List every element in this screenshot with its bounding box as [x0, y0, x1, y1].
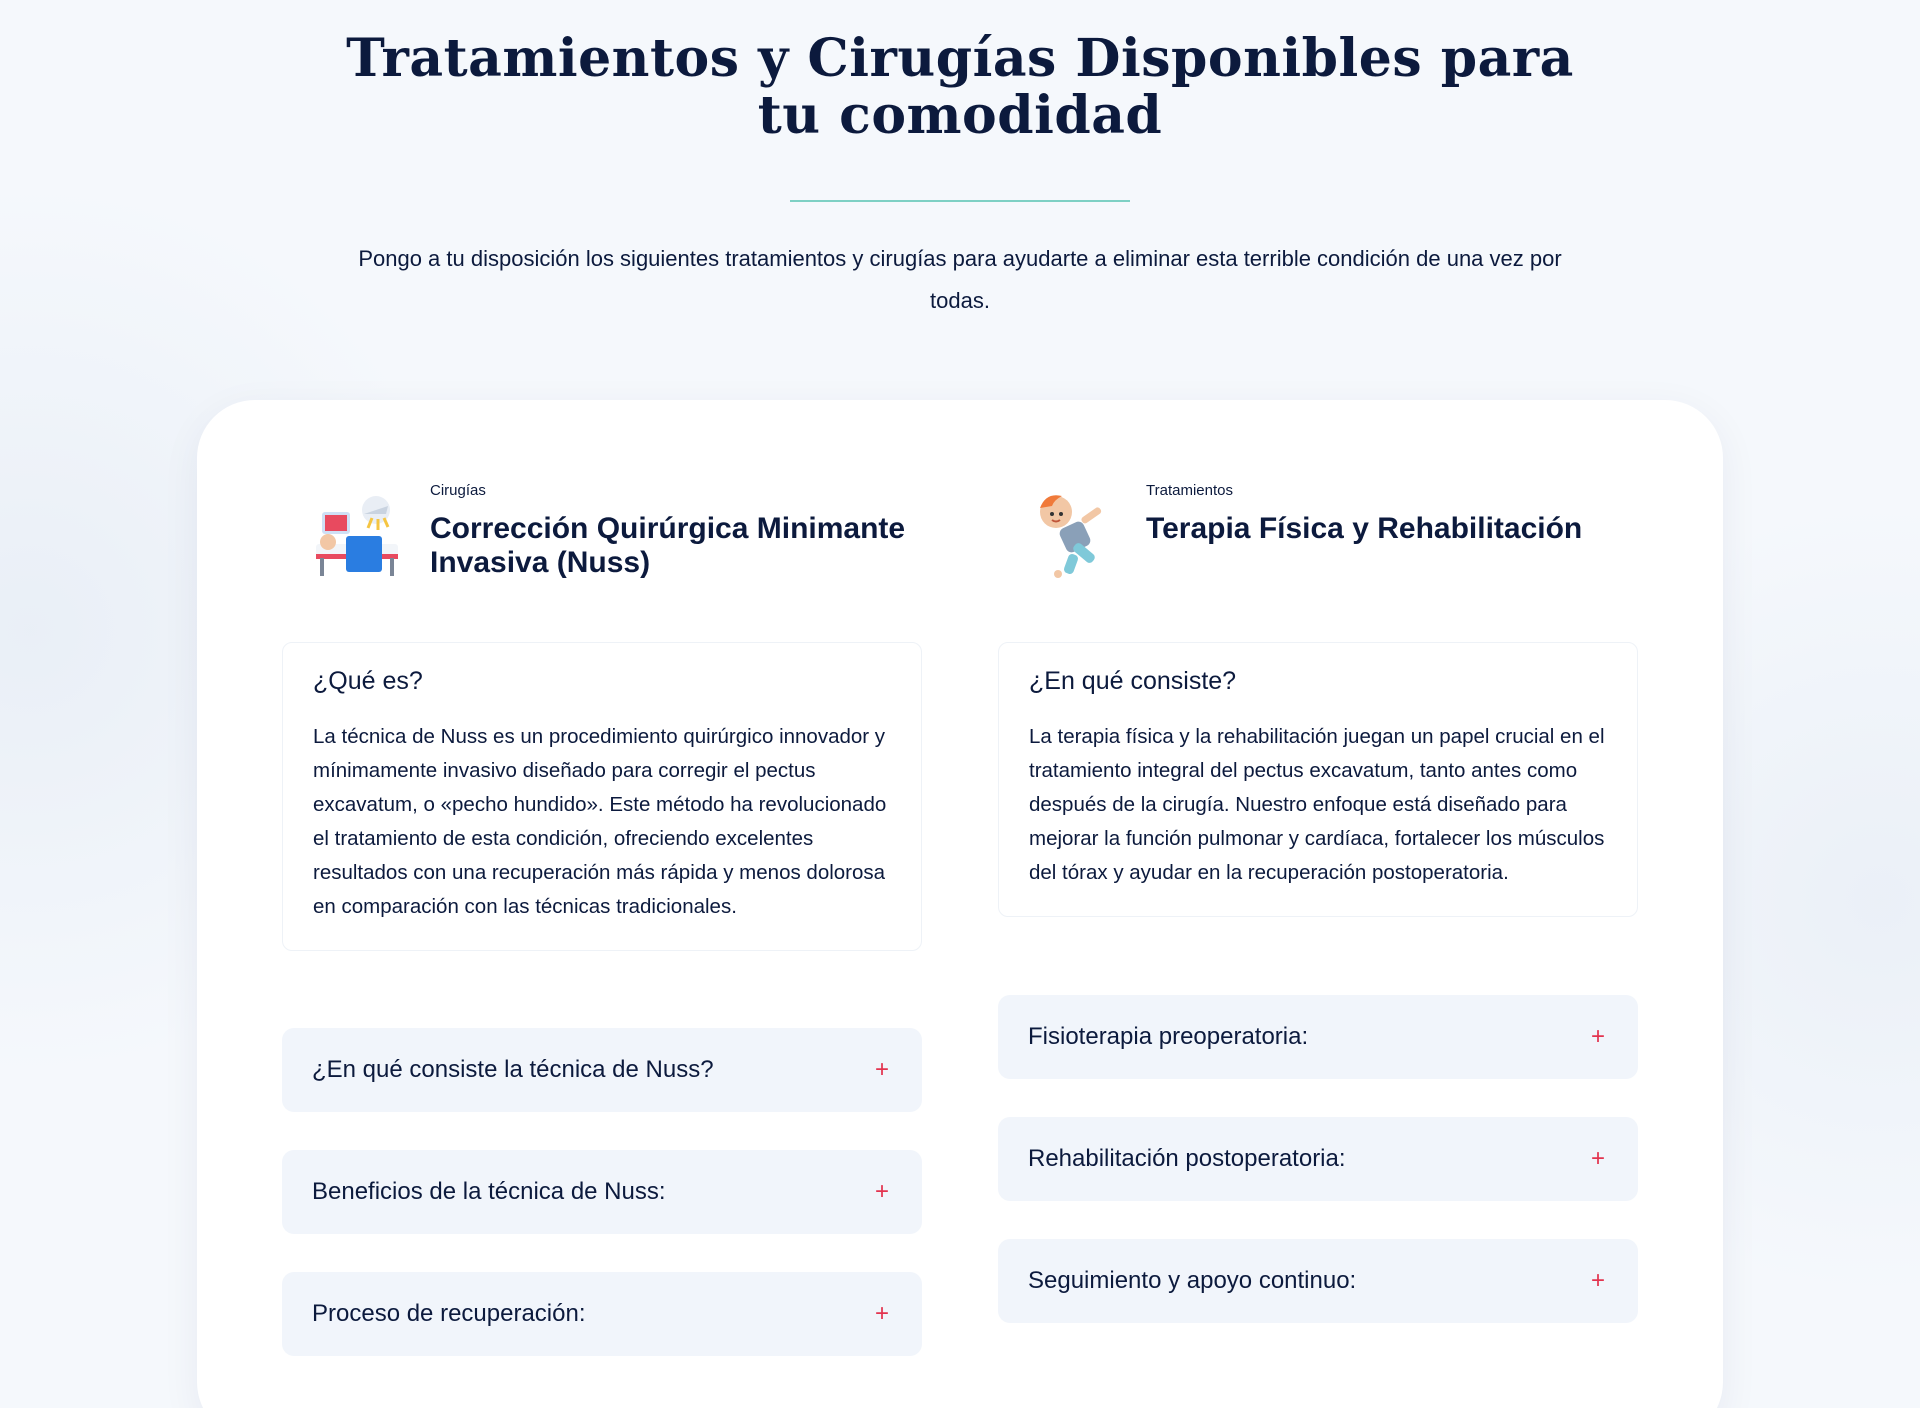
section-title-line-1: Tratamientos y Cirugías Disponibles para: [346, 28, 1574, 89]
plus-icon[interactable]: +: [872, 1056, 892, 1084]
info-title: ¿En qué consiste?: [1029, 667, 1237, 695]
section-title: Tratamientos y Cirugías Disponibles para…: [0, 30, 1920, 144]
accordion-label: Beneficios de la técnica de Nuss:: [312, 1178, 666, 1205]
treatment-title: Corrección Quirúrgica Minimante Invasiva…: [430, 512, 906, 579]
accordion-recovery-process[interactable]: Proceso de recuperación: +: [282, 1272, 922, 1356]
physiotherapy-child-icon: [1040, 495, 1102, 578]
surgery-icon: [316, 496, 398, 576]
info-text: La terapia física y la rehabilitación ju…: [1029, 725, 1605, 884]
accordion-label: ¿En qué consiste la técnica de Nuss?: [312, 1056, 714, 1083]
accordion-postoperative-rehab[interactable]: Rehabilitación postoperatoria: +: [998, 1117, 1638, 1201]
title-divider: [790, 200, 1130, 202]
accordion-label: Fisioterapia preoperatoria:: [1028, 1023, 1309, 1050]
accordion-label: Seguimiento y apoyo continuo:: [1028, 1267, 1357, 1294]
accordion-preoperative-physio[interactable]: Fisioterapia preoperatoria: +: [998, 995, 1638, 1079]
plus-icon[interactable]: +: [872, 1300, 892, 1328]
plus-icon[interactable]: +: [1588, 1145, 1608, 1173]
info-box: ¿En qué consiste? La terapia física y la…: [998, 642, 1638, 917]
plus-icon[interactable]: +: [872, 1178, 892, 1206]
page: Tratamientos y Cirugías Disponibles para…: [0, 0, 1920, 1408]
treatment-title: Terapia Física y Rehabilitación: [1146, 512, 1583, 545]
accordion-label: Rehabilitación postoperatoria:: [1028, 1145, 1346, 1172]
plus-icon[interactable]: +: [1588, 1023, 1608, 1051]
treatments-header: Tratamientos Terapia Física y Rehabilita…: [998, 480, 1638, 630]
surgeries-header: Cirugías Corrección Quirúrgica Minimante…: [282, 480, 922, 630]
section-intro: Pongo a tu disposición los siguientes tr…: [358, 246, 1562, 313]
surgeries-column: Cirugías Corrección Quirúrgica Minimante…: [282, 480, 922, 1356]
category-label: Cirugías: [430, 482, 486, 499]
accordion-nuss-technique[interactable]: ¿En qué consiste la técnica de Nuss? +: [282, 1028, 922, 1112]
category-label: Tratamientos: [1146, 482, 1233, 499]
info-title: ¿Qué es?: [313, 667, 423, 695]
accordion-ongoing-support[interactable]: Seguimiento y apoyo continuo: +: [998, 1239, 1638, 1323]
accordion-nuss-benefits[interactable]: Beneficios de la técnica de Nuss: +: [282, 1150, 922, 1234]
info-text: La técnica de Nuss es un procedimiento q…: [313, 725, 887, 918]
plus-icon[interactable]: +: [1588, 1267, 1608, 1295]
treatments-column: Tratamientos Terapia Física y Rehabilita…: [998, 480, 1638, 1323]
info-box: ¿Qué es? La técnica de Nuss es un proced…: [282, 642, 922, 951]
section-title-line-2: tu comodidad: [757, 85, 1163, 146]
accordion-label: Proceso de recuperación:: [312, 1300, 586, 1327]
